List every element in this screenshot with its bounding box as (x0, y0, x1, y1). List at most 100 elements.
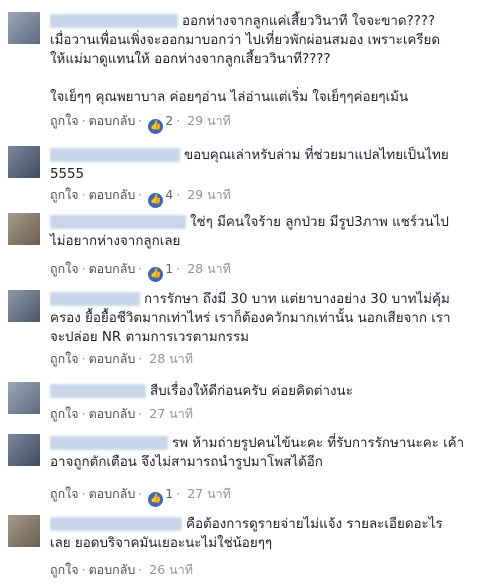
commenter-name[interactable] (50, 384, 146, 398)
reply-button[interactable]: ตอบกลับ (89, 351, 136, 366)
comment-text-line: ขอบคุณเล่าหรับล่าม ที่ช่วยมาแปลไทยเป็นไท… (184, 148, 449, 163)
avatar[interactable] (8, 515, 40, 547)
commenter-name[interactable] (50, 14, 178, 28)
timestamp[interactable]: 29 นาที (187, 187, 231, 202)
separator: · (81, 486, 86, 501)
comment-actions: ถูกใจ · ตอบกลับ · 26 นาที (50, 561, 193, 579)
like-button[interactable]: ถูกใจ (50, 113, 79, 128)
comment-text-line: อาจถูกตักเตือน จึงไม่สามารถนำรูปมาโพสได้… (50, 455, 323, 470)
separator: · (81, 351, 86, 366)
reply-button[interactable]: ตอบกลับ (89, 486, 136, 501)
separator: · (81, 406, 86, 421)
comment-text-line: คือต้องการดูรายจ่ายไม่แจ้ง รายละเอียดอะไ… (186, 517, 443, 532)
comment-actions: ถูกใจ · ตอบกลับ · 👍 1 · 28 นาที (50, 260, 231, 282)
like-button[interactable]: ถูกใจ (50, 562, 79, 577)
reaction-count[interactable]: 4 (165, 187, 173, 202)
avatar[interactable] (8, 290, 40, 322)
separator: · (138, 261, 143, 276)
separator: · (138, 113, 143, 128)
comment: รพ ห้ามถ่ายรูปคนไข้นะคะ ที่รับการรักษานะ… (0, 434, 500, 507)
comment: ใช่ๆ มีคนใจร้าย ลูกป่วย มีรูป3ภาพ แชร์วน… (0, 213, 500, 282)
comment-actions: ถูกใจ · ตอบกลับ · 👍 2 · 29 นาที (50, 112, 231, 134)
comment-text-line: รพ ห้ามถ่ายรูปคนไข้นะคะ ที่รับการรักษานะ… (172, 436, 465, 451)
like-button[interactable]: ถูกใจ (50, 261, 79, 276)
timestamp[interactable]: 26 นาที (149, 562, 193, 577)
reaction-count[interactable]: 1 (165, 261, 173, 276)
separator: · (138, 486, 143, 501)
comment-text-line: จะปล่อย NR ตามการเวรตามกรรม (50, 330, 249, 345)
separator: · (176, 261, 181, 276)
comment-actions: ถูกใจ · ตอบกลับ · 👍 1 · 27 นาที (50, 485, 231, 507)
commenter-name[interactable] (50, 148, 180, 162)
timestamp[interactable]: 28 นาที (149, 351, 193, 366)
avatar[interactable] (8, 213, 40, 245)
comment-text-line: 5555 (50, 167, 85, 182)
timestamp[interactable]: 27 นาที (187, 486, 231, 501)
like-button[interactable]: ถูกใจ (50, 406, 79, 421)
separator: · (81, 562, 86, 577)
like-reaction-icon[interactable]: 👍 (148, 492, 164, 507)
reaction-count[interactable]: 1 (165, 486, 173, 501)
comment-body: ใช่ๆ มีคนใจร้าย ลูกป่วย มีรูป3ภาพ แชร์วน… (50, 213, 492, 251)
like-reaction-icon[interactable]: 👍 (148, 267, 164, 282)
comment: สืบเรื่องให้ดีก่อนครับ ค่อยคิดต่างนะ ถูก… (0, 382, 500, 426)
comment-text-line: ใจเย็ๆๆ คุณพยาบาล ค่อยๆอ่าน ไล่อ่านแต่เร… (50, 90, 409, 105)
like-button[interactable]: ถูกใจ (50, 351, 79, 366)
comment-text-line: ใช่ๆ มีคนใจร้าย ลูกป่วย มีรูป3ภาพ แชร์วน… (190, 215, 449, 230)
separator: · (138, 187, 143, 202)
reply-button[interactable]: ตอบกลับ (89, 113, 136, 128)
avatar[interactable] (8, 382, 40, 414)
timestamp[interactable]: 27 นาที (149, 406, 193, 421)
avatar[interactable] (8, 12, 40, 44)
comment-text-line: เลย ยอดบริจาคมันเยอะนะไม่ใช่น้อยๆๆ (50, 536, 273, 551)
comment-thread: ออกห่างจากลูกแค่เสี้ยววินาที ใจจะขาด????… (0, 0, 500, 585)
comment: คือต้องการดูรายจ่ายไม่แจ้ง รายละเอียดอะไ… (0, 515, 500, 579)
separator: · (176, 486, 181, 501)
comment-text-line: สืบเรื่องให้ดีก่อนครับ ค่อยคิดต่างนะ (150, 384, 353, 399)
comment: ออกห่างจากลูกแค่เสี้ยววินาที ใจจะขาด????… (0, 12, 500, 134)
like-button[interactable]: ถูกใจ (50, 486, 79, 501)
like-reaction-icon[interactable]: 👍 (148, 193, 164, 208)
comment-body: ออกห่างจากลูกแค่เสี้ยววินาที ใจจะขาด????… (50, 12, 492, 107)
comment-text-line: ครอง ยื้อยื้อชีวิตมากเท่าไหร่ เราก็ต้องค… (50, 311, 451, 326)
comment-body: การรักษา ถึงมี 30 บาท แต่ยาบางอย่าง 30 บ… (50, 290, 492, 347)
comment-body: ขอบคุณเล่าหรับล่าม ที่ช่วยมาแปลไทยเป็นไท… (50, 146, 492, 184)
avatar[interactable] (8, 434, 40, 466)
reply-button[interactable]: ตอบกลับ (89, 562, 136, 577)
commenter-name[interactable] (50, 436, 168, 450)
comment-body: สืบเรื่องให้ดีก่อนครับ ค่อยคิดต่างนะ (50, 382, 492, 401)
comment-actions: ถูกใจ · ตอบกลับ · 28 นาที (50, 350, 193, 368)
comment-text-line: ออกห่างจากลูกแค่เสี้ยววินาที ใจจะขาด???? (182, 14, 436, 29)
separator: · (176, 113, 181, 128)
like-reaction-icon[interactable]: 👍 (148, 119, 164, 134)
separator: · (138, 351, 143, 366)
avatar[interactable] (8, 146, 40, 178)
separator: · (138, 406, 143, 421)
reply-button[interactable]: ตอบกลับ (89, 187, 136, 202)
reply-button[interactable]: ตอบกลับ (89, 261, 136, 276)
commenter-name[interactable] (50, 215, 186, 229)
comment-body: คือต้องการดูรายจ่ายไม่แจ้ง รายละเอียดอะไ… (50, 515, 492, 553)
reply-button[interactable]: ตอบกลับ (89, 406, 136, 421)
comment: ขอบคุณเล่าหรับล่าม ที่ช่วยมาแปลไทยเป็นไท… (0, 146, 500, 208)
comment-body: รพ ห้ามถ่ายรูปคนไข้นะคะ ที่รับการรักษานะ… (50, 434, 492, 472)
commenter-name[interactable] (50, 517, 182, 531)
comment: การรักษา ถึงมี 30 บาท แต่ยาบางอย่าง 30 บ… (0, 290, 500, 368)
comment-actions: ถูกใจ · ตอบกลับ · 👍 4 · 29 นาที (50, 186, 231, 208)
comment-text-line: ไม่อยากห่างจากลูกเลย (50, 234, 181, 249)
timestamp[interactable]: 29 นาที (187, 113, 231, 128)
like-button[interactable]: ถูกใจ (50, 187, 79, 202)
comment-text-line: เมื่อวานเพื่อนเพิ่งจะออกมาบอกว่า ไปเที่ย… (50, 33, 441, 48)
separator: · (81, 261, 86, 276)
commenter-name[interactable] (50, 292, 140, 306)
comment-actions: ถูกใจ · ตอบกลับ · 27 นาที (50, 405, 193, 423)
separator: · (81, 187, 86, 202)
separator: · (176, 187, 181, 202)
separator: · (138, 562, 143, 577)
timestamp[interactable]: 28 นาที (187, 261, 231, 276)
comment-text-line: การรักษา ถึงมี 30 บาท แต่ยาบางอย่าง 30 บ… (144, 292, 450, 307)
comment-text-line (50, 69, 492, 88)
comment-text-line: ให้แม่มาดูแทนให้ ออกห่างจากลูกเสี้ยววินา… (50, 52, 331, 67)
separator: · (81, 113, 86, 128)
reaction-count[interactable]: 2 (165, 113, 173, 128)
